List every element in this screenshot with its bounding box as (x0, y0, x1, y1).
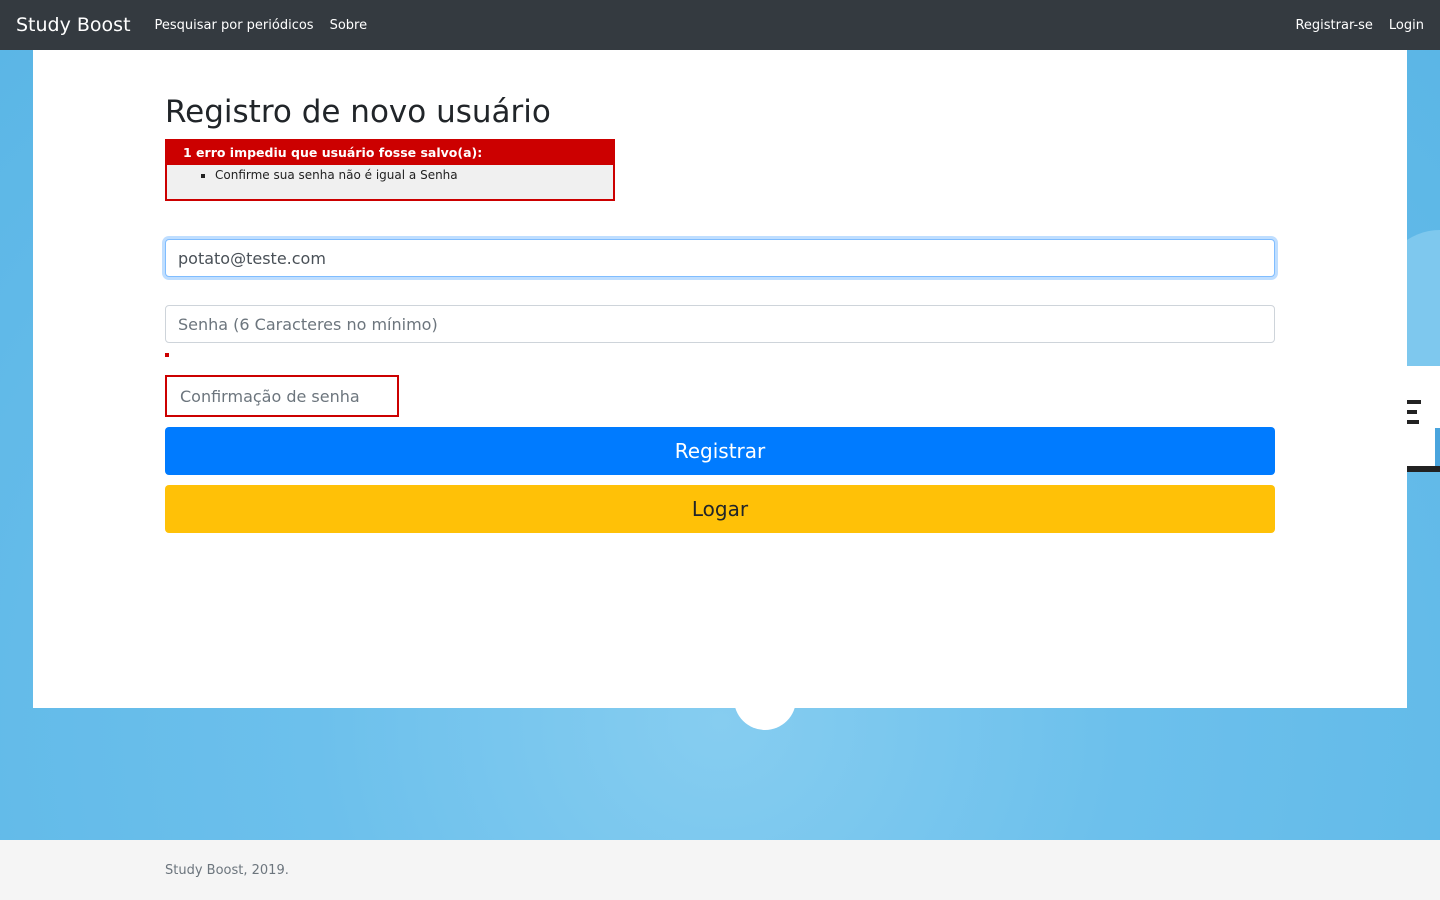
top-navbar: Study Boost Pesquisar por periódicos Sob… (0, 0, 1440, 50)
nav-link-sobre[interactable]: Sobre (330, 18, 368, 33)
register-button[interactable]: Registrar (165, 427, 1275, 475)
nav-link-register[interactable]: Registrar-se (1295, 18, 1372, 33)
field-error-marker (165, 353, 169, 357)
background-board (1407, 366, 1440, 472)
nav-link-periodicos[interactable]: Pesquisar por periódicos (155, 18, 314, 33)
error-explanation: 1 erro impediu que usuário fosse salvo(a… (165, 139, 615, 201)
field-with-errors: Confirmação de senha (165, 375, 399, 417)
nav-link-login[interactable]: Login (1389, 18, 1424, 33)
password-placeholder: Senha (6 Caracteres no mínimo) (178, 314, 438, 334)
error-item: Confirme sua senha não é igual a Senha (215, 168, 613, 182)
login-button[interactable]: Logar (165, 485, 1275, 533)
email-field[interactable]: potato@teste.com (165, 239, 1275, 277)
error-heading: 1 erro impediu que usuário fosse salvo(a… (167, 141, 613, 165)
page-title: Registro de novo usuário (165, 94, 551, 130)
error-list: Confirme sua senha não é igual a Senha (215, 168, 613, 182)
register-card: Registro de novo usuário 1 erro impediu … (33, 50, 1407, 708)
password-field[interactable]: Senha (6 Caracteres no mínimo) (165, 305, 1275, 343)
confirmation-placeholder: Confirmação de senha (180, 386, 360, 406)
password-confirmation-field[interactable]: Confirmação de senha (167, 377, 397, 415)
footer-copyright: Study Boost, 2019. (165, 863, 289, 878)
brand-link[interactable]: Study Boost (16, 14, 131, 36)
nav-right: Registrar-se Login (1279, 18, 1424, 33)
page-footer: Study Boost, 2019. (0, 840, 1440, 900)
email-value: potato@teste.com (178, 248, 326, 268)
